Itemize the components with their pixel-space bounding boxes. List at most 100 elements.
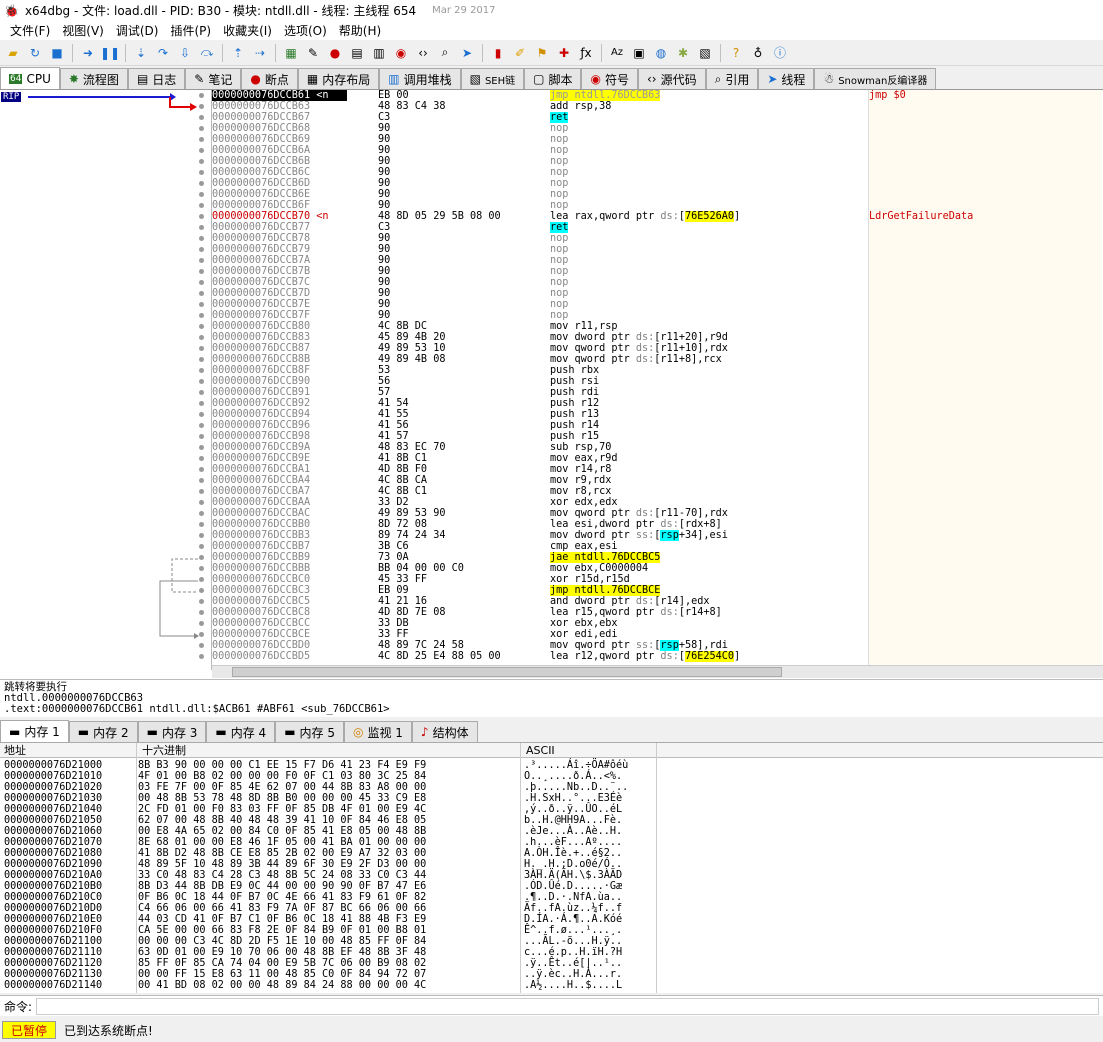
breakpoint-icon[interactable]: ●: [326, 44, 344, 62]
comment-cell[interactable]: [869, 607, 1102, 618]
breakpoint-dot[interactable]: [199, 302, 204, 307]
instruction-cell[interactable]: nop: [550, 134, 866, 145]
instruction-cell[interactable]: nop: [550, 255, 866, 266]
dump-hex-row[interactable]: 00 E8 4A 65 02 00 84 C0 0F 85 41 E8 05 0…: [138, 826, 518, 837]
dump-ascii-row[interactable]: .³.....Áî.÷ÖA#ôéù: [524, 760, 654, 771]
tab-graph[interactable]: ✸ 流程图: [59, 68, 128, 89]
address-cell[interactable]: 0000000076DCCBA1: [212, 464, 347, 475]
bytes-cell[interactable]: 41 57: [378, 431, 548, 442]
breakpoint-dot[interactable]: [199, 522, 204, 527]
bytes-cell[interactable]: 90: [378, 167, 548, 178]
address-cell[interactable]: 0000000076DCCB7D: [212, 288, 347, 299]
breakpoint-dot[interactable]: [199, 379, 204, 384]
instruction-cell[interactable]: push rdi: [550, 387, 866, 398]
breakpoint-dot[interactable]: [199, 401, 204, 406]
comment-cell[interactable]: [869, 189, 1102, 200]
tab-notes[interactable]: ✎ 笔记: [185, 68, 242, 89]
address-cell[interactable]: 0000000076DCCBC0: [212, 574, 347, 585]
dump-ascii-row[interactable]: .A½....H..$....L: [524, 980, 654, 991]
horizontal-scrollbar[interactable]: [212, 665, 1103, 678]
address-cell[interactable]: 0000000076DCCB8F: [212, 365, 347, 376]
instruction-cell[interactable]: nop: [550, 244, 866, 255]
stop-icon[interactable]: ■: [48, 44, 66, 62]
bytes-cell[interactable]: 41 56: [378, 420, 548, 431]
step-into-icon[interactable]: ⇣: [132, 44, 150, 62]
breakpoint-dot[interactable]: [199, 93, 204, 98]
comment-cell[interactable]: [869, 200, 1102, 211]
address-cell[interactable]: 0000000076DCCB8B: [212, 354, 347, 365]
address-cell[interactable]: 0000000076DCCBAA: [212, 497, 347, 508]
instruction-cell[interactable]: mov eax,r9d: [550, 453, 866, 464]
run-icon[interactable]: ➜: [79, 44, 97, 62]
bytes-cell[interactable]: 48 83 EC 70: [378, 442, 548, 453]
address-cell[interactable]: 0000000076DCCB90: [212, 376, 347, 387]
dump-address[interactable]: 0000000076D21000: [4, 760, 134, 771]
dump-ascii-row[interactable]: .H.SxH..°...E3Éè: [524, 793, 654, 804]
instruction-cell[interactable]: nop: [550, 156, 866, 167]
address-cell[interactable]: 0000000076DCCB83: [212, 332, 347, 343]
dump-ascii-row[interactable]: .èJe...À..Aè..H.: [524, 826, 654, 837]
bytes-cell[interactable]: 90: [378, 277, 548, 288]
comment-cell[interactable]: [869, 156, 1102, 167]
tab-seh[interactable]: ▧ SEH链: [460, 68, 525, 89]
dump-ascii-row[interactable]: A.ÒH.Îè.+..é§2..: [524, 848, 654, 859]
address-cell[interactable]: 0000000076DCCB67: [212, 112, 347, 123]
instruction-cell[interactable]: push r15: [550, 431, 866, 442]
function-icon[interactable]: ƒx: [577, 44, 595, 62]
dump-address[interactable]: 0000000076D21120: [4, 958, 134, 969]
tab-struct[interactable]: ♪ 结构体: [411, 721, 478, 742]
dump-address[interactable]: 0000000076D21020: [4, 782, 134, 793]
bytes-cell[interactable]: 90: [378, 200, 548, 211]
breakpoint-dot[interactable]: [199, 445, 204, 450]
address-cell[interactable]: 0000000076DCCBB0: [212, 519, 347, 530]
dump-hex-row[interactable]: 44 03 CD 41 0F B7 C1 0F B6 0C 18 41 88 4…: [138, 914, 518, 925]
breakpoint-dot[interactable]: [199, 181, 204, 186]
comment-cell[interactable]: [869, 332, 1102, 343]
tab-script[interactable]: ▢ 脚本: [524, 68, 582, 89]
dump-address[interactable]: 0000000076D210F0: [4, 925, 134, 936]
dump-address[interactable]: 0000000076D21050: [4, 815, 134, 826]
cpu-disassembly-panel[interactable]: RIP 0000000076DCCB61 <n 0000000076DCCB63 0…: [0, 89, 1103, 679]
address-cell[interactable]: 0000000076DCCB7E: [212, 299, 347, 310]
instruction-cell[interactable]: mov qword ptr ds:[r11+8],rcx: [550, 354, 866, 365]
dump-ascii-row[interactable]: ...ÃL.-õ...H.ÿ..: [524, 936, 654, 947]
instruction-cell[interactable]: add rsp,38: [550, 101, 866, 112]
tab-references[interactable]: ⌕ 引用: [705, 68, 759, 89]
tab-memory-map[interactable]: ▦ 内存布局: [297, 68, 380, 89]
comment-cell[interactable]: [869, 563, 1102, 574]
comment-cell[interactable]: [869, 464, 1102, 475]
comment-cell[interactable]: [869, 552, 1102, 563]
tab-dump-5[interactable]: ▬ 内存 5: [275, 721, 344, 742]
instruction-cell[interactable]: and dword ptr ds:[r14],edx: [550, 596, 866, 607]
address-cell[interactable]: 0000000076DCCB87: [212, 343, 347, 354]
trace-into-icon[interactable]: ⇩: [176, 44, 194, 62]
pause-icon[interactable]: ❚❚: [100, 44, 120, 62]
instruction-cell[interactable]: mov r11,rsp: [550, 321, 866, 332]
bytes-cell[interactable]: 3B C6: [378, 541, 548, 552]
dump-ascii-row[interactable]: 3ÀH.Ä(ÃH.\$.3ÀÃD: [524, 870, 654, 881]
address-cell[interactable]: 0000000076DCCBA4: [212, 475, 347, 486]
breakpoint-dot[interactable]: [199, 489, 204, 494]
bytes-cell[interactable]: C3: [378, 222, 548, 233]
bytes-cell[interactable]: 49 89 53 90: [378, 508, 548, 519]
bytes-cell[interactable]: 90: [378, 189, 548, 200]
tab-dump-1[interactable]: ▬ 内存 1: [0, 720, 69, 742]
dump-address[interactable]: 0000000076D210E0: [4, 914, 134, 925]
dump-hex-row[interactable]: 00 41 BD 08 02 00 00 48 89 84 24 88 00 0…: [138, 980, 518, 991]
instruction-cell[interactable]: nop: [550, 233, 866, 244]
breakpoint-dot[interactable]: [199, 203, 204, 208]
address-cell[interactable]: 0000000076DCCBC8: [212, 607, 347, 618]
address-cell[interactable]: 0000000076DCCBC5: [212, 596, 347, 607]
tab-dump-4[interactable]: ▬ 内存 4: [206, 721, 276, 742]
address-cell[interactable]: 0000000076DCCBC3: [212, 585, 347, 596]
dump-hex-row[interactable]: 48 89 5F 10 48 89 3B 44 89 6F 30 E9 2F D…: [138, 859, 518, 870]
run-to-user-code-icon[interactable]: ⇢: [251, 44, 269, 62]
dump-address[interactable]: 0000000076D21090: [4, 859, 134, 870]
tab-source[interactable]: ‹› 源代码: [637, 68, 706, 89]
address-cell[interactable]: 0000000076DCCB92: [212, 398, 347, 409]
bytes-cell[interactable]: 41 54: [378, 398, 548, 409]
address-cell[interactable]: 0000000076DCCBD5: [212, 651, 347, 662]
dump-address[interactable]: 0000000076D21130: [4, 969, 134, 980]
comment-cell[interactable]: [869, 112, 1102, 123]
menu-options[interactable]: 选项(O): [278, 22, 333, 39]
